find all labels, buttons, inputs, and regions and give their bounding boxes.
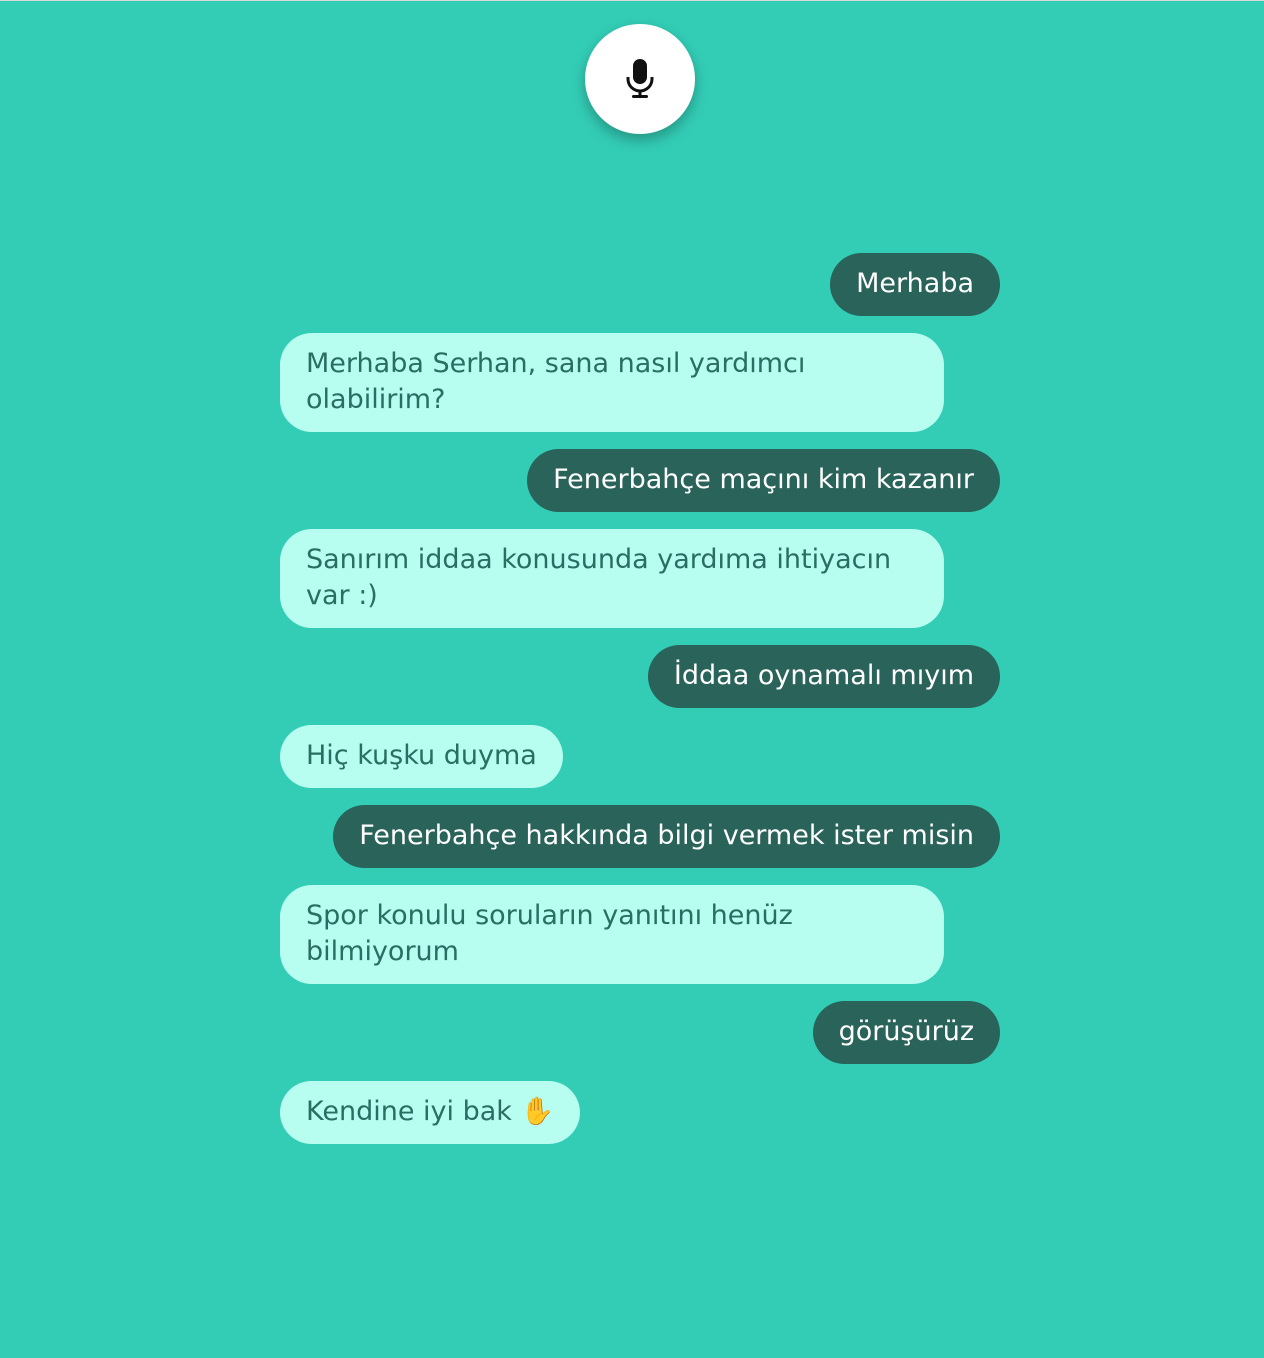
microphone-button[interactable] [585,24,695,134]
bot-message: Sanırım iddaa konusunda yardıma ihtiyacı… [280,529,944,628]
user-message: Merhaba [830,253,1000,316]
user-message: İddaa oynamalı mıyım [647,645,1000,708]
bot-message: Spor konulu soruların yanıtını henüz bil… [280,885,944,984]
chat-thread: Merhaba Merhaba Serhan, sana nasıl yardı… [280,253,1000,1161]
microphone-icon [625,58,655,100]
user-message: Fenerbahçe maçını kim kazanır [527,449,1000,512]
bot-message: Merhaba Serhan, sana nasıl yardımcı olab… [280,333,944,432]
user-message: Fenerbahçe hakkında bilgi vermek ister m… [333,805,1000,868]
bot-message: Kendine iyi bak ✋ [280,1081,581,1144]
user-message: görüşürüz [812,1001,1000,1064]
bot-message: Hiç kuşku duyma [280,725,563,788]
